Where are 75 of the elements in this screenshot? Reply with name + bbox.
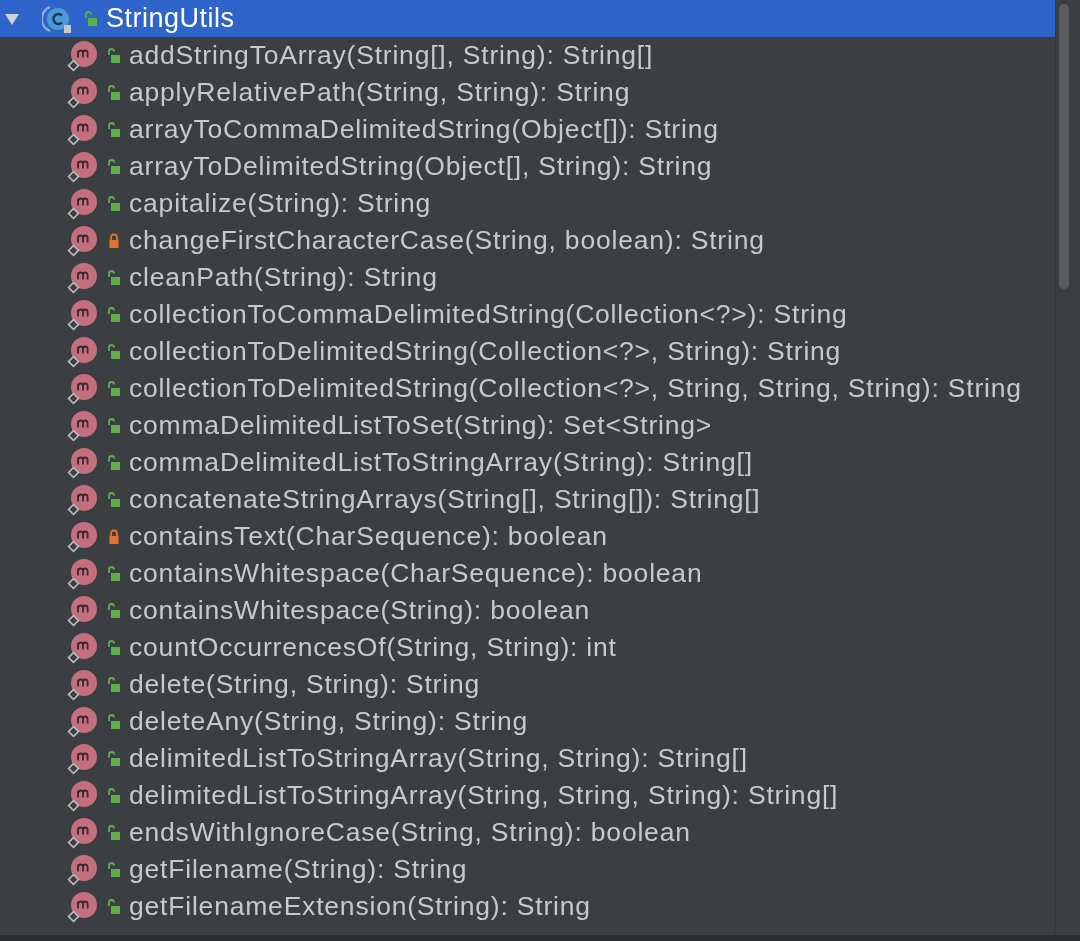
method-row[interactable]: cleanPath(String): String xyxy=(0,259,1055,296)
method-row[interactable]: getFilename(String): String xyxy=(0,851,1055,888)
method-icon xyxy=(67,668,99,701)
method-icon xyxy=(67,853,99,886)
method-signature: changeFirstCharacterCase(String, boolean): String xyxy=(129,225,765,256)
scrollbar-thumb[interactable] xyxy=(1059,4,1069,289)
method-row[interactable]: containsText(CharSequence): boolean xyxy=(0,518,1055,555)
method-signature: getFilename(String): String xyxy=(129,854,468,885)
method-icon xyxy=(67,890,99,923)
method-icon xyxy=(67,483,99,516)
method-signature: endsWithIgnoreCase(String, String): boolean xyxy=(129,817,691,848)
method-row[interactable]: containsWhitespace(CharSequence): boolean xyxy=(0,555,1055,592)
method-icon xyxy=(67,39,99,72)
method-icon xyxy=(67,224,99,257)
class-name: StringUtils xyxy=(106,3,235,34)
method-row[interactable]: arrayToDelimitedString(Object[], String): String xyxy=(0,148,1055,185)
method-icon xyxy=(67,520,99,553)
method-row[interactable]: commaDelimitedListToSet(String): Set<String> xyxy=(0,407,1055,444)
method-signature: collectionToCommaDelimitedString(Collection<?>): String xyxy=(129,299,848,330)
method-row[interactable]: collectionToDelimitedString(Collection<?>, String): String xyxy=(0,333,1055,370)
method-row[interactable]: commaDelimitedListToStringArray(String): String[] xyxy=(0,444,1055,481)
method-icon xyxy=(67,261,99,294)
method-signature: capitalize(String): String xyxy=(129,188,432,219)
method-row[interactable]: arrayToCommaDelimitedString(Object[]): String xyxy=(0,111,1055,148)
method-row[interactable]: collectionToDelimitedString(Collection<?>, String, String, String): String xyxy=(0,370,1055,407)
method-signature: delimitedListToStringArray(String, String, String): String[] xyxy=(129,780,839,811)
method-icon xyxy=(67,335,99,368)
method-icon xyxy=(67,409,99,442)
method-row[interactable]: containsWhitespace(String): boolean xyxy=(0,592,1055,629)
method-icon xyxy=(67,372,99,405)
method-row[interactable]: capitalize(String): String xyxy=(0,185,1055,222)
class-row[interactable]: StringUtils xyxy=(0,0,1055,37)
method-signature: collectionToDelimitedString(Collection<?>, String, String, String): String xyxy=(129,373,1022,404)
method-signature: addStringToArray(String[], String): String[] xyxy=(129,40,654,71)
method-row[interactable]: deleteAny(String, String): String xyxy=(0,703,1055,740)
method-signature: containsWhitespace(String): boolean xyxy=(129,595,591,626)
method-icon xyxy=(67,594,99,627)
method-row[interactable]: concatenateStringArrays(String[], String[]): String[] xyxy=(0,481,1055,518)
method-signature: delete(String, String): String xyxy=(129,669,480,700)
method-icon xyxy=(67,298,99,331)
method-icon xyxy=(67,557,99,590)
method-signature: containsWhitespace(CharSequence): boolean xyxy=(129,558,703,589)
method-signature: arrayToCommaDelimitedString(Object[]): String xyxy=(129,114,719,145)
method-signature: collectionToDelimitedString(Collection<?>, String): String xyxy=(129,336,842,367)
method-icon xyxy=(67,705,99,738)
method-icon xyxy=(67,150,99,183)
method-row[interactable]: addStringToArray(String[], String): String[] xyxy=(0,37,1055,74)
method-signature: commaDelimitedListToSet(String): Set<String> xyxy=(129,410,713,441)
method-icon xyxy=(67,779,99,812)
method-icon xyxy=(67,742,99,775)
method-row[interactable]: delimitedListToStringArray(String, String): String[] xyxy=(0,740,1055,777)
method-icon xyxy=(67,816,99,849)
method-row[interactable]: collectionToCommaDelimitedString(Collection<?>): String xyxy=(0,296,1055,333)
method-row[interactable]: delimitedListToStringArray(String, String, String): String[] xyxy=(0,777,1055,814)
method-row[interactable]: delete(String, String): String xyxy=(0,666,1055,703)
method-icon xyxy=(67,446,99,479)
method-signature: commaDelimitedListToStringArray(String): String[] xyxy=(129,447,753,478)
method-icon xyxy=(67,631,99,664)
method-signature: applyRelativePath(String, String): String xyxy=(129,77,631,108)
method-signature: containsText(CharSequence): boolean xyxy=(129,521,608,552)
method-row[interactable]: changeFirstCharacterCase(String, boolean): String xyxy=(0,222,1055,259)
method-signature: cleanPath(String): String xyxy=(129,262,438,293)
method-signature: arrayToDelimitedString(Object[], String): String xyxy=(129,151,713,182)
method-signature: delimitedListToStringArray(String, String): String[] xyxy=(129,743,748,774)
method-row[interactable]: applyRelativePath(String, String): String xyxy=(0,74,1055,111)
method-signature: countOccurrencesOf(String, String): int xyxy=(129,632,617,663)
method-signature: getFilenameExtension(String): String xyxy=(129,891,591,922)
method-signature: concatenateStringArrays(String[], String[]): String[] xyxy=(129,484,761,515)
method-icon xyxy=(67,76,99,109)
method-signature: deleteAny(String, String): String xyxy=(129,706,529,737)
method-row[interactable]: getFilenameExtension(String): String xyxy=(0,888,1055,925)
method-icon xyxy=(67,113,99,146)
method-row[interactable]: countOccurrencesOf(String, String): int xyxy=(0,629,1055,666)
method-icon xyxy=(67,187,99,220)
method-row[interactable]: endsWithIgnoreCase(String, String): boolean xyxy=(0,814,1055,851)
